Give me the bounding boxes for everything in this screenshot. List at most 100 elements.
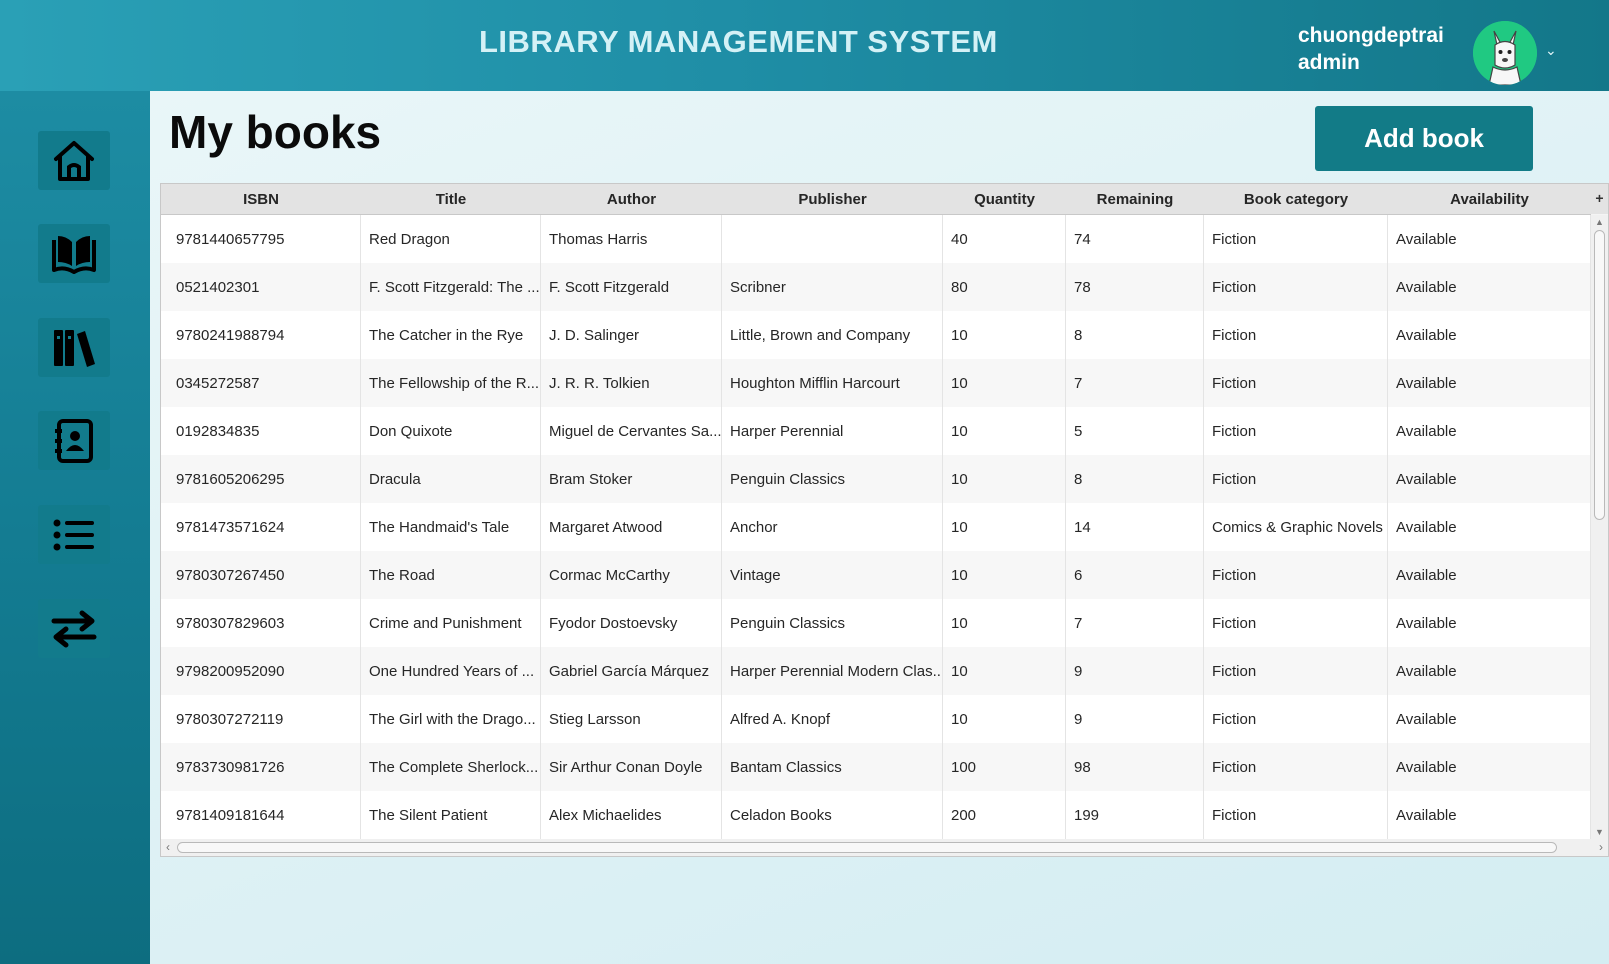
cell-publisher: Harper Perennial Modern Clas... (722, 647, 943, 696)
column-header-title[interactable]: Title (361, 184, 541, 214)
avatar[interactable] (1473, 21, 1537, 85)
bookshelf-icon (54, 329, 95, 367)
horizontal-scrollbar[interactable]: ‹ › (161, 839, 1608, 856)
column-menu-button[interactable]: + (1591, 184, 1608, 214)
cell-quantity: 100 (943, 743, 1066, 792)
cell-title: One Hundred Years of ... (361, 647, 541, 696)
table-row[interactable]: 9781473571624 The Handmaid's Tale Margaret… (161, 503, 1591, 553)
cell-publisher: Anchor (722, 503, 943, 552)
table-row[interactable]: 9780307272119 The Girl with the Drago... S… (161, 695, 1591, 745)
cell-book-category: Fiction (1204, 263, 1388, 312)
llama-avatar-icon (1473, 21, 1537, 85)
table-row[interactable]: 0345272587 The Fellowship of the R... J. R… (161, 359, 1591, 409)
cell-quantity: 80 (943, 263, 1066, 312)
user-role: admin (1298, 51, 1360, 74)
column-header-book-category[interactable]: Book category (1204, 184, 1388, 214)
sidebar-item-library[interactable] (38, 318, 110, 377)
sidebar-item-members[interactable] (38, 411, 110, 470)
cell-author: Margaret Atwood (541, 503, 722, 552)
sidebar-item-transactions[interactable] (38, 599, 110, 658)
cell-publisher: Penguin Classics (722, 599, 943, 648)
cell-author: F. Scott Fitzgerald (541, 263, 722, 312)
add-book-button[interactable]: Add book (1315, 106, 1533, 171)
cell-isbn: 0521402301 (161, 263, 361, 312)
column-header-publisher[interactable]: Publisher (722, 184, 943, 214)
cell-book-category: Fiction (1204, 215, 1388, 264)
column-header-author[interactable]: Author (541, 184, 722, 214)
scroll-down-icon[interactable]: ▼ (1591, 825, 1608, 839)
table-row[interactable]: 9780241988794 The Catcher in the Rye J. D.… (161, 311, 1591, 361)
table-row[interactable]: 0521402301 F. Scott Fitzgerald: The ... F.… (161, 263, 1591, 313)
scroll-right-icon[interactable]: › (1594, 839, 1608, 856)
cell-remaining: 5 (1066, 407, 1204, 456)
column-header-isbn[interactable]: ISBN (161, 184, 361, 214)
vertical-scroll-thumb[interactable] (1594, 230, 1605, 520)
horizontal-scroll-thumb[interactable] (177, 842, 1557, 853)
column-header-availability[interactable]: Availability (1388, 184, 1591, 214)
table-row[interactable]: 9781440657795 Red Dragon Thomas Harris 40 74… (161, 215, 1591, 265)
cell-book-category: Comics & Graphic Novels (1204, 503, 1388, 552)
cell-isbn: 9780307272119 (161, 695, 361, 744)
table-row[interactable]: 9783730981726 The Complete Sherlock... Sir… (161, 743, 1591, 793)
cell-author: J. D. Salinger (541, 311, 722, 360)
cell-quantity: 10 (943, 695, 1066, 744)
cell-title: Red Dragon (361, 215, 541, 264)
cell-remaining: 9 (1066, 695, 1204, 744)
page-title: My books (169, 106, 382, 158)
user-menu-dropdown[interactable]: ⌄ (1545, 42, 1557, 59)
cell-quantity: 200 (943, 791, 1066, 839)
cell-author: Gabriel García Márquez (541, 647, 722, 696)
table-row[interactable]: 9781409181644 The Silent Patient Alex Mich… (161, 791, 1591, 839)
cell-author: Cormac McCarthy (541, 551, 722, 600)
cell-book-category: Fiction (1204, 551, 1388, 600)
cell-availability: Available (1388, 215, 1591, 264)
cell-book-category: Fiction (1204, 455, 1388, 504)
scroll-left-icon[interactable]: ‹ (161, 839, 175, 856)
cell-isbn: 9780241988794 (161, 311, 361, 360)
table-row[interactable]: 9780307267450 The Road Cormac McCarthy Vint… (161, 551, 1591, 601)
cell-availability: Available (1388, 647, 1591, 696)
cell-quantity: 10 (943, 359, 1066, 408)
table-header: ISBN Title Author Publisher Quantity Remainin… (161, 184, 1591, 215)
column-header-remaining[interactable]: Remaining (1066, 184, 1204, 214)
transfer-arrows-icon (51, 610, 97, 647)
chevron-down-icon: ⌄ (1545, 42, 1557, 58)
table-row[interactable]: 0192834835 Don Quixote Miguel de Cervantes… (161, 407, 1591, 457)
cell-isbn: 9780307829603 (161, 599, 361, 648)
cell-availability: Available (1388, 743, 1591, 792)
scroll-up-icon[interactable]: ▲ (1591, 215, 1608, 229)
table-row[interactable]: 9781605206295 Dracula Bram Stoker Penguin C… (161, 455, 1591, 505)
cell-publisher: Vintage (722, 551, 943, 600)
column-header-quantity[interactable]: Quantity (943, 184, 1066, 214)
cell-book-category: Fiction (1204, 743, 1388, 792)
cell-quantity: 10 (943, 647, 1066, 696)
sidebar-item-list[interactable] (38, 505, 110, 564)
cell-title: F. Scott Fitzgerald: The ... (361, 263, 541, 312)
cell-title: The Handmaid's Tale (361, 503, 541, 552)
cell-quantity: 10 (943, 599, 1066, 648)
cell-book-category: Fiction (1204, 599, 1388, 648)
cell-publisher: Celadon Books (722, 791, 943, 839)
sidebar-item-home[interactable] (38, 131, 110, 190)
cell-remaining: 78 (1066, 263, 1204, 312)
cell-availability: Available (1388, 551, 1591, 600)
sidebar-item-books[interactable] (38, 224, 110, 283)
table-row[interactable]: 9780307829603 Crime and Punishment Fyodor … (161, 599, 1591, 649)
vertical-scrollbar[interactable]: ▲ ▼ (1591, 215, 1608, 839)
cell-remaining: 8 (1066, 311, 1204, 360)
cell-availability: Available (1388, 695, 1591, 744)
cell-title: Don Quixote (361, 407, 541, 456)
list-icon (53, 519, 94, 550)
cell-author: Fyodor Dostoevsky (541, 599, 722, 648)
cell-title: The Silent Patient (361, 791, 541, 839)
main-content: My books Add book ISBN Title Author Publish… (150, 91, 1609, 964)
cell-quantity: 10 (943, 503, 1066, 552)
top-header: LIBRARY MANAGEMENT SYSTEM chuongdeptrai … (0, 0, 1609, 91)
table-row[interactable]: 9798200952090 One Hundred Years of ... Gab… (161, 647, 1591, 697)
cell-isbn: 9781605206295 (161, 455, 361, 504)
cell-publisher (722, 215, 943, 264)
cell-title: The Girl with the Drago... (361, 695, 541, 744)
cell-quantity: 10 (943, 455, 1066, 504)
cell-author: J. R. R. Tolkien (541, 359, 722, 408)
cell-isbn: 9780307267450 (161, 551, 361, 600)
